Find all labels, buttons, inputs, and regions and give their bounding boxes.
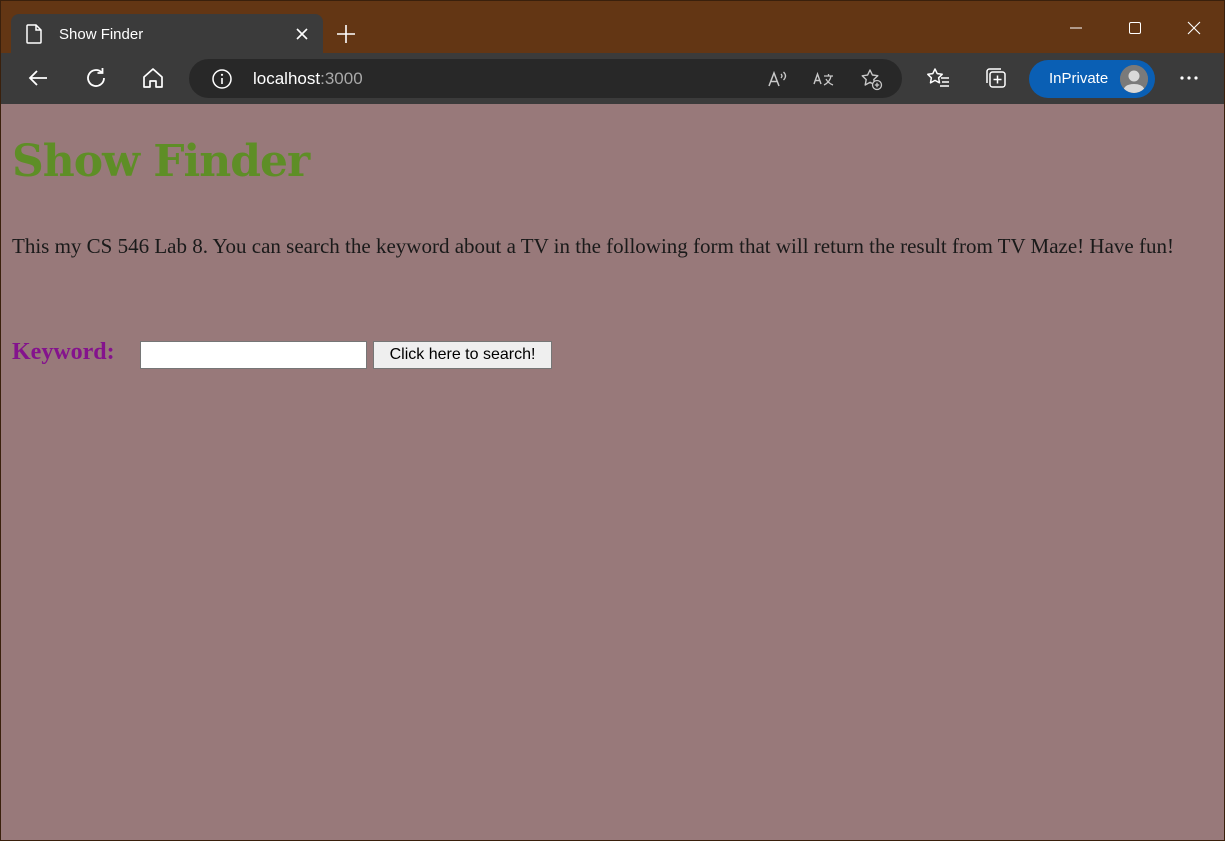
refresh-icon[interactable] <box>83 65 109 91</box>
translate-icon[interactable] <box>812 67 836 91</box>
avatar-icon <box>1120 65 1148 93</box>
title-bar: Show Finder <box>0 0 1225 55</box>
home-icon[interactable] <box>140 65 166 91</box>
read-aloud-icon[interactable] <box>766 67 790 91</box>
inprivate-button[interactable]: InPrivate <box>1029 60 1155 98</box>
url-text[interactable]: localhost:3000 <box>253 69 363 89</box>
back-arrow-icon[interactable] <box>25 65 51 91</box>
browser-toolbar: localhost:3000 InPrivate <box>0 53 1225 104</box>
keyword-input[interactable] <box>140 341 367 369</box>
more-icon[interactable] <box>1176 65 1202 91</box>
plus-icon[interactable] <box>333 21 359 47</box>
page-icon <box>26 24 42 44</box>
favorites-icon[interactable] <box>925 65 951 91</box>
window-close-icon[interactable] <box>1179 13 1209 43</box>
inprivate-label: InPrivate <box>1049 70 1109 87</box>
page-viewport: Show Finder This my CS 546 Lab 8. You ca… <box>0 104 1225 841</box>
url-port: :3000 <box>320 69 363 88</box>
url-host: localhost <box>253 69 321 88</box>
tab-title: Show Finder <box>59 26 144 43</box>
close-icon[interactable] <box>291 23 313 45</box>
collections-icon[interactable] <box>983 65 1009 91</box>
keyword-label: Keyword: <box>12 339 115 365</box>
info-icon[interactable] <box>211 68 233 90</box>
avatar <box>1118 63 1150 95</box>
address-bar[interactable]: localhost:3000 <box>189 59 902 98</box>
add-favorite-icon[interactable] <box>859 67 883 91</box>
minimize-icon[interactable] <box>1061 13 1091 43</box>
page-title: Show Finder <box>12 136 310 187</box>
maximize-icon[interactable] <box>1120 13 1150 43</box>
browser-tab[interactable]: Show Finder <box>11 14 323 55</box>
search-button[interactable]: Click here to search! <box>373 341 552 369</box>
intro-paragraph: This my CS 546 Lab 8. You can search the… <box>12 234 1174 258</box>
